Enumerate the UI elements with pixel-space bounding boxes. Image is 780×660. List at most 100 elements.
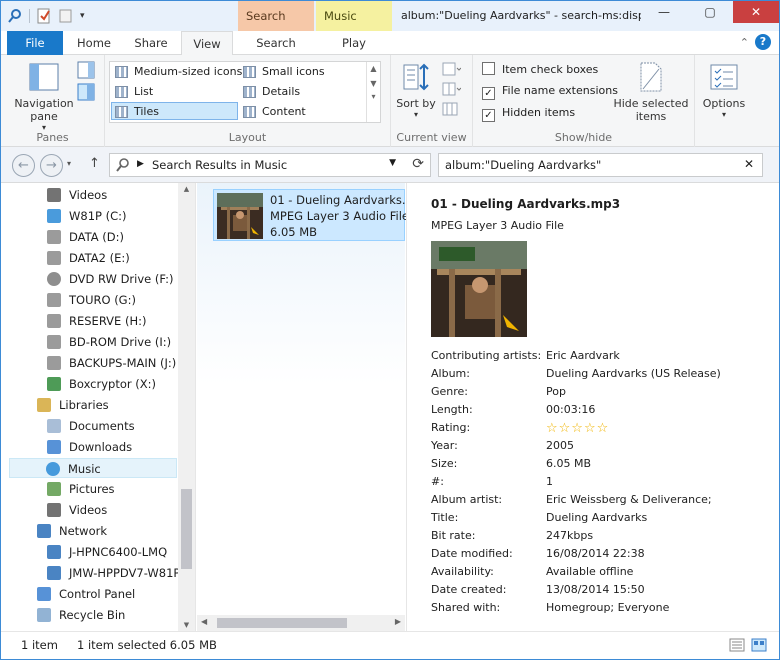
hide-selected-items-button[interactable]: Hide selected items	[613, 61, 689, 123]
layout-content[interactable]: Content	[240, 103, 366, 121]
details-property-label: Size:	[431, 457, 458, 470]
layout-medium-icons[interactable]: Medium-sized icons	[112, 63, 242, 81]
rating-stars-icon[interactable]: ☆☆☆☆☆	[546, 421, 609, 436]
nav-item-label: BD-ROM Drive (I:)	[69, 335, 172, 349]
status-bar: 1 item 1 item selected 6.05 MB	[1, 631, 779, 659]
layout-group-label: Layout	[228, 131, 267, 144]
size-columns-icon[interactable]	[441, 101, 461, 117]
breadcrumb-chevron-icon[interactable]: ▶	[137, 159, 144, 169]
status-selection: 1 item selected 6.05 MB	[77, 638, 217, 652]
windows-drive-icon	[47, 209, 61, 223]
layout-list[interactable]: List	[112, 83, 238, 101]
panes-group-label: Panes	[36, 131, 69, 144]
expand-ribbon-icon[interactable]: ⌃	[740, 36, 749, 49]
add-columns-icon[interactable]	[441, 81, 461, 97]
details-property-value[interactable]: Homegroup; Everyone	[546, 601, 669, 614]
tab-home[interactable]: Home	[67, 31, 121, 55]
file-tile[interactable]: 01 - Dueling Aardvarks.mp3 MPEG Layer 3 …	[213, 189, 431, 241]
options-button[interactable]: Options ▾	[699, 61, 749, 119]
nav-item[interactable]: Music	[9, 458, 177, 478]
window-title: album:"Dueling Aardvarks" - search-ms:di…	[401, 9, 641, 22]
properties-icon[interactable]	[36, 8, 52, 24]
details-property-label: Availability:	[431, 565, 494, 578]
nav-item-label: Recycle Bin	[59, 608, 126, 622]
explorer-window: ▾ Search Tools Music Tools album:"Duelin…	[0, 0, 780, 660]
group-by-icon[interactable]	[441, 61, 461, 77]
item-check-boxes-toggle[interactable]: Item check boxes	[482, 62, 598, 80]
tab-search[interactable]: Search	[238, 31, 314, 55]
options-group: Options ▾	[695, 55, 755, 147]
details-property-value[interactable]: 2005	[546, 439, 574, 452]
details-property-value[interactable]: Dueling Aardvarks (US Release)	[546, 367, 721, 380]
refresh-icon[interactable]: ⟳	[412, 156, 424, 172]
details-property-value[interactable]: Eric Weissberg & Deliverance;	[546, 493, 712, 506]
drive-icon	[47, 335, 61, 349]
new-folder-icon[interactable]	[58, 8, 74, 24]
help-icon[interactable]: ?	[755, 34, 771, 50]
back-button[interactable]: ←	[12, 154, 35, 177]
up-arrow-icon[interactable]: ↑	[89, 156, 100, 171]
details-property-value[interactable]: 16/08/2014 22:38	[546, 547, 645, 560]
search-box[interactable]: album:"Dueling Aardvarks" ✕	[438, 153, 763, 177]
tab-view[interactable]: View	[181, 31, 233, 56]
layout-details[interactable]: Details	[240, 83, 366, 101]
details-property-value[interactable]: 247kbps	[546, 529, 593, 542]
ribbon-tab-bar: File Home Share View Search Play ⌃ ?	[1, 31, 779, 56]
address-bar[interactable]: ▶ Search Results in Music ▼ ⟳	[109, 153, 431, 177]
nav-item-label: TOURO (G:)	[69, 293, 136, 307]
details-property-value[interactable]: Eric Aardvark	[546, 349, 620, 362]
tab-file[interactable]: File	[7, 31, 63, 55]
content-hscrollbar[interactable]: ◀ ▶	[197, 615, 405, 631]
search-folder-icon[interactable]	[7, 8, 23, 24]
large-icons-view-icon[interactable]	[751, 638, 767, 652]
nav-scroll-thumb[interactable]	[181, 489, 192, 569]
minimize-button[interactable]: —	[641, 1, 687, 23]
close-button[interactable]: ✕	[733, 1, 779, 23]
panes-group: Navigation pane ▾ Panes	[1, 55, 105, 147]
layout-gallery: Medium-sized icons Small icons List Deta…	[109, 61, 381, 123]
layout-gallery-scroll[interactable]: ▲ ▼ ▾	[366, 62, 380, 122]
layout-tiles[interactable]: Tiles	[111, 102, 238, 120]
preview-pane-icon[interactable]	[77, 61, 95, 79]
content-scroll-thumb[interactable]	[217, 618, 347, 628]
nav-item-label: JMW-HPPDV7-W81P	[69, 566, 181, 580]
tab-share[interactable]: Share	[123, 31, 179, 55]
window-controls: — ▢ ✕	[641, 1, 779, 23]
file-name-extensions-checkbox[interactable]: ✓	[482, 87, 495, 100]
nav-item-label: J-HPNC6400-LMQ	[69, 545, 168, 559]
nav-scrollbar[interactable]: ▲ ▼	[178, 183, 195, 631]
sort-by-label: Sort by	[396, 97, 436, 110]
details-view-icon[interactable]	[729, 638, 745, 652]
recent-locations-icon[interactable]: ▾	[67, 159, 71, 168]
details-property-value[interactable]: Pop	[546, 385, 566, 398]
details-property-value[interactable]: 6.05 MB	[546, 457, 591, 470]
details-property-value[interactable]: 00:03:16	[546, 403, 595, 416]
customize-qat-icon[interactable]: ▾	[80, 11, 85, 21]
search-input[interactable]: album:"Dueling Aardvarks"	[445, 158, 601, 172]
details-property-value[interactable]: 13/08/2014 15:50	[546, 583, 645, 596]
nav-item-label: Downloads	[69, 440, 133, 454]
details-property-value[interactable]: Dueling Aardvarks	[546, 511, 647, 524]
nav-item-label: BACKUPS-MAIN (J:)	[69, 356, 177, 370]
details-pane-icon[interactable]	[77, 83, 95, 101]
layout-small-icons[interactable]: Small icons	[240, 63, 366, 81]
hidden-items-toggle[interactable]: ✓ Hidden items	[482, 106, 575, 124]
details-property-value[interactable]: Available offline	[546, 565, 633, 578]
clear-search-icon[interactable]: ✕	[744, 157, 754, 171]
tab-play[interactable]: Play	[316, 31, 392, 55]
breadcrumb[interactable]: Search Results in Music	[152, 158, 287, 172]
maximize-button[interactable]: ▢	[687, 1, 733, 23]
address-dropdown-icon[interactable]: ▼	[389, 158, 396, 168]
small-icons-icon	[243, 66, 256, 78]
file-name-extensions-toggle[interactable]: ✓ File name extensions	[482, 84, 618, 102]
forward-button[interactable]: →	[40, 154, 63, 177]
documents-icon	[47, 419, 61, 433]
sort-by-button[interactable]: Sort by ▾	[395, 61, 437, 119]
navigation-pane-button[interactable]: Navigation pane ▾	[11, 61, 77, 132]
nav-item-label: Documents	[69, 419, 135, 433]
video-icon	[47, 503, 61, 517]
hidden-items-checkbox[interactable]: ✓	[482, 109, 495, 122]
details-property-value[interactable]: 1	[546, 475, 553, 488]
item-check-boxes-checkbox[interactable]	[482, 62, 495, 75]
details-property-label: Length:	[431, 403, 473, 416]
